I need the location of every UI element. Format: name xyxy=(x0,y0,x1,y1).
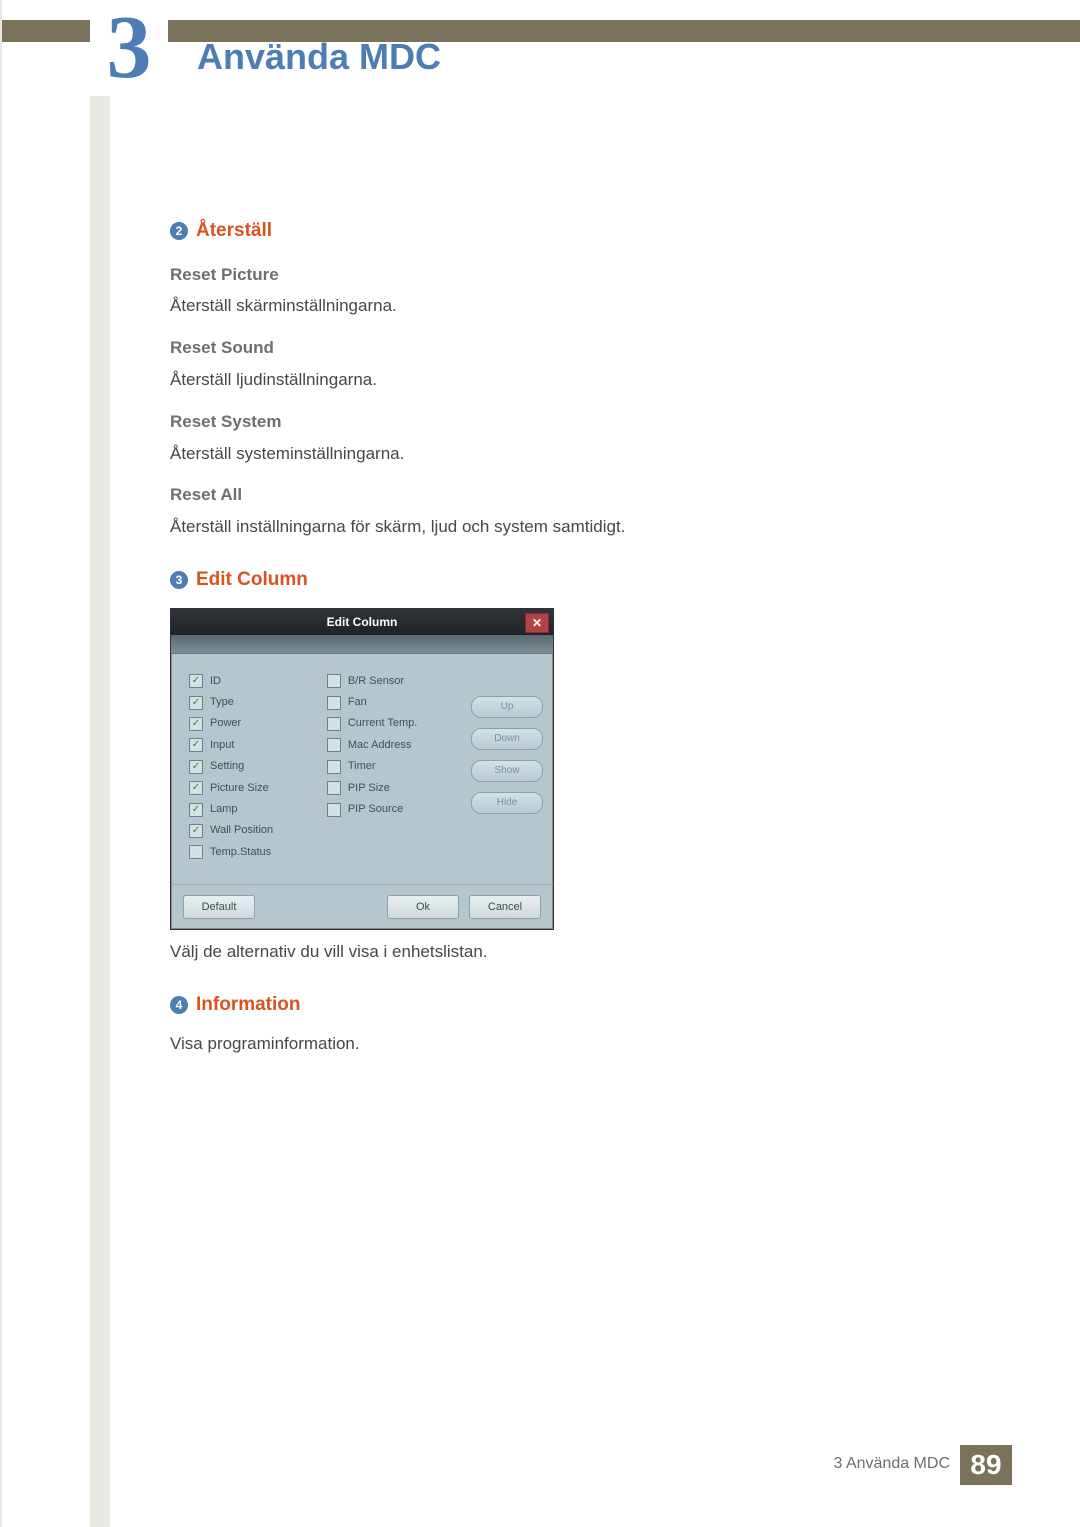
edit-column-caption: Välj de alternativ du vill visa i enhets… xyxy=(170,940,890,964)
checkbox[interactable]: ✓ xyxy=(189,781,203,795)
checkbox[interactable]: ✓ xyxy=(189,696,203,710)
section-heading-edit-column: 3 Edit Column xyxy=(170,567,890,594)
dialog-side-buttons: Up Down Show Hide xyxy=(471,668,543,867)
up-button[interactable]: Up xyxy=(471,696,543,718)
column-option-label: Mac Address xyxy=(348,738,412,753)
section-bullet-3-icon: 3 xyxy=(170,571,188,589)
column-option-label: Wall Position xyxy=(210,823,273,838)
checkbox[interactable] xyxy=(189,845,203,859)
show-button[interactable]: Show xyxy=(471,760,543,782)
column-option-label: Input xyxy=(210,738,234,753)
column-option-label: Timer xyxy=(348,759,376,774)
column-option-label: Temp.Status xyxy=(210,845,271,860)
column-option-label: PIP Source xyxy=(348,802,403,817)
column-option-row: ✓ Wall Position xyxy=(189,823,319,838)
reset-sound-label: Reset Sound xyxy=(170,336,890,360)
reset-all-desc: Återställ inställningarna för skärm, lju… xyxy=(170,515,890,539)
checkbox[interactable] xyxy=(327,717,341,731)
column-option-row: ✓ Input xyxy=(189,738,319,753)
footer-page-number: 89 xyxy=(960,1445,1012,1485)
checkbox[interactable]: ✓ xyxy=(189,674,203,688)
column-option-row: ✓ Power xyxy=(189,716,319,731)
left-decor-stripe xyxy=(90,0,110,1527)
checkbox[interactable] xyxy=(327,696,341,710)
reset-sound-desc: Återställ ljudinställningarna. xyxy=(170,368,890,392)
dialog-footer-right: Ok Cancel xyxy=(387,895,541,919)
column-option-row: PIP Size xyxy=(327,781,463,796)
column-option-row: Current Temp. xyxy=(327,716,463,731)
column-option-row: Timer xyxy=(327,759,463,774)
dialog-subheader-strip xyxy=(171,635,553,654)
column-option-row: Fan xyxy=(327,695,463,710)
column-option-label: PIP Size xyxy=(348,781,390,796)
section-heading-information: 4 Information xyxy=(170,992,890,1019)
footer-chapter-label: 3 Använda MDC xyxy=(833,1455,950,1473)
dialog-title: Edit Column xyxy=(327,615,398,629)
checkbox[interactable] xyxy=(327,781,341,795)
checkbox[interactable] xyxy=(327,674,341,688)
column-option-row: PIP Source xyxy=(327,802,463,817)
chapter-title: Använda MDC xyxy=(197,36,441,78)
column-option-row: ✓ Setting xyxy=(189,759,319,774)
reset-system-label: Reset System xyxy=(170,410,890,434)
checkbox[interactable]: ✓ xyxy=(189,824,203,838)
reset-all-label: Reset All xyxy=(170,483,890,507)
ok-button[interactable]: Ok xyxy=(387,895,459,919)
dialog-body: ✓ ID ✓ Type ✓ Power ✓ Input ✓ Setting ✓ Picture Siz… xyxy=(171,654,553,885)
dialog-titlebar: Edit Column ✕ xyxy=(171,609,553,635)
column-option-label: Setting xyxy=(210,759,244,774)
checkbox[interactable] xyxy=(327,803,341,817)
column-option-label: Type xyxy=(210,695,234,710)
column-option-label: Fan xyxy=(348,695,367,710)
section-title-information: Information xyxy=(196,992,301,1019)
checkbox[interactable]: ✓ xyxy=(189,760,203,774)
column-option-label: ID xyxy=(210,674,221,689)
chapter-number: 3 xyxy=(90,0,168,96)
column-option-label: Current Temp. xyxy=(348,716,418,731)
section-title-edit-column: Edit Column xyxy=(196,567,308,594)
page-footer: 3 Använda MDC 89 xyxy=(2,1445,1080,1485)
checkbox[interactable] xyxy=(327,738,341,752)
column-option-label: Lamp xyxy=(210,802,238,817)
page: 3 Använda MDC 2 Återställ Reset Picture … xyxy=(0,0,1080,1527)
dialog-col-2: B/R Sensor Fan Current Temp. Mac Address Tim… xyxy=(327,668,463,867)
reset-picture-desc: Återställ skärminställningarna. xyxy=(170,294,890,318)
column-option-row: Temp.Status xyxy=(189,845,319,860)
down-button[interactable]: Down xyxy=(471,728,543,750)
hide-button[interactable]: Hide xyxy=(471,792,543,814)
checkbox[interactable]: ✓ xyxy=(189,738,203,752)
dialog-footer: Default Ok Cancel xyxy=(171,884,553,929)
column-option-row: B/R Sensor xyxy=(327,674,463,689)
dialog-col-1: ✓ ID ✓ Type ✓ Power ✓ Input ✓ Setting ✓ Picture Siz… xyxy=(189,668,319,867)
checkbox[interactable]: ✓ xyxy=(189,803,203,817)
cancel-button[interactable]: Cancel xyxy=(469,895,541,919)
chapter-number-badge: 3 xyxy=(90,0,168,96)
default-button[interactable]: Default xyxy=(183,895,255,919)
information-desc: Visa programinformation. xyxy=(170,1032,890,1056)
close-button[interactable]: ✕ xyxy=(525,613,549,633)
edit-column-dialog: Edit Column ✕ ✓ ID ✓ Type ✓ Power ✓ Input ✓ Setti… xyxy=(170,608,554,931)
column-option-label: Power xyxy=(210,716,241,731)
column-option-label: Picture Size xyxy=(210,781,269,796)
section-bullet-2-icon: 2 xyxy=(170,222,188,240)
column-option-row: ✓ Lamp xyxy=(189,802,319,817)
checkbox[interactable] xyxy=(327,760,341,774)
checkbox[interactable]: ✓ xyxy=(189,717,203,731)
column-option-row: ✓ Type xyxy=(189,695,319,710)
column-option-row: ✓ ID xyxy=(189,674,319,689)
column-option-row: ✓ Picture Size xyxy=(189,781,319,796)
reset-system-desc: Återställ systeminställningarna. xyxy=(170,442,890,466)
reset-picture-label: Reset Picture xyxy=(170,263,890,287)
column-option-label: B/R Sensor xyxy=(348,674,404,689)
column-option-row: Mac Address xyxy=(327,738,463,753)
content-area: 2 Återställ Reset Picture Återställ skär… xyxy=(170,190,890,1062)
section-heading-reset: 2 Återställ xyxy=(170,218,890,245)
section-bullet-4-icon: 4 xyxy=(170,996,188,1014)
section-title-reset: Återställ xyxy=(196,218,272,245)
